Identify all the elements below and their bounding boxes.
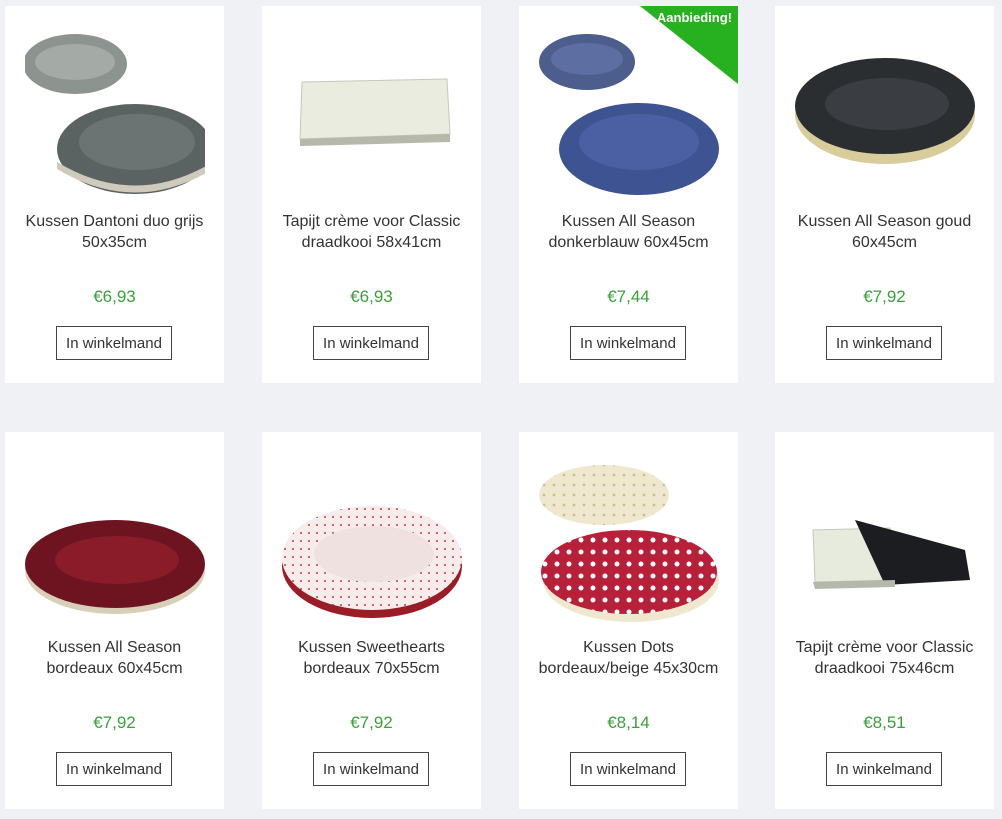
product-card: Kussen Dots bordeaux/beige 45x30cm €8,14… [519, 432, 738, 809]
product-title[interactable]: Kussen All Season bordeaux 60x45cm [15, 637, 214, 679]
product-price: €6,93 [93, 287, 136, 306]
product-image[interactable] [25, 450, 205, 630]
add-to-cart-button[interactable]: In winkelmand [826, 752, 942, 786]
sale-ribbon: Aanbieding! [640, 6, 738, 84]
product-price: €7,92 [350, 713, 393, 732]
add-to-cart-button[interactable]: In winkelmand [826, 326, 942, 360]
product-title[interactable]: Kussen All Season goud 60x45cm [785, 211, 984, 253]
product-image[interactable] [282, 450, 462, 630]
product-card: Kussen Dantoni duo grijs 50x35cm €6,93 I… [5, 6, 224, 383]
product-title[interactable]: Tapijt crème voor Classic draadkooi 75x4… [785, 637, 984, 679]
product-card: Aanbieding! Kussen All Season donkerblau… [519, 6, 738, 383]
product-image[interactable] [539, 450, 719, 630]
product-card: Kussen All Season goud 60x45cm €7,92 In … [775, 6, 994, 383]
add-to-cart-button[interactable]: In winkelmand [570, 752, 686, 786]
product-title[interactable]: Kussen Dots bordeaux/beige 45x30cm [529, 637, 728, 679]
product-image[interactable] [25, 24, 205, 204]
product-card: Tapijt crème voor Classic draadkooi 75x4… [775, 432, 994, 809]
product-title[interactable]: Kussen Dantoni duo grijs 50x35cm [15, 211, 214, 253]
add-to-cart-button[interactable]: In winkelmand [56, 326, 172, 360]
product-price: €7,92 [93, 713, 136, 732]
add-to-cart-button[interactable]: In winkelmand [313, 752, 429, 786]
product-price: €7,44 [607, 287, 650, 306]
product-price: €8,51 [863, 713, 906, 732]
product-card: Kussen Sweethearts bordeaux 70x55cm €7,9… [262, 432, 481, 809]
add-to-cart-button[interactable]: In winkelmand [570, 326, 686, 360]
product-title[interactable]: Tapijt crème voor Classic draadkooi 58x4… [272, 211, 471, 253]
product-price: €8,14 [607, 713, 650, 732]
sale-badge-label: Aanbieding! [656, 10, 732, 25]
product-price: €7,92 [863, 287, 906, 306]
product-image[interactable] [795, 24, 975, 204]
product-price: €6,93 [350, 287, 393, 306]
add-to-cart-button[interactable]: In winkelmand [313, 326, 429, 360]
add-to-cart-button[interactable]: In winkelmand [56, 752, 172, 786]
product-title[interactable]: Kussen Sweethearts bordeaux 70x55cm [272, 637, 471, 679]
product-image[interactable] [795, 450, 975, 630]
product-image[interactable] [282, 24, 462, 204]
product-card: Kussen All Season bordeaux 60x45cm €7,92… [5, 432, 224, 809]
product-card: Tapijt crème voor Classic draadkooi 58x4… [262, 6, 481, 383]
product-title[interactable]: Kussen All Season donkerblauw 60x45cm [529, 211, 728, 253]
